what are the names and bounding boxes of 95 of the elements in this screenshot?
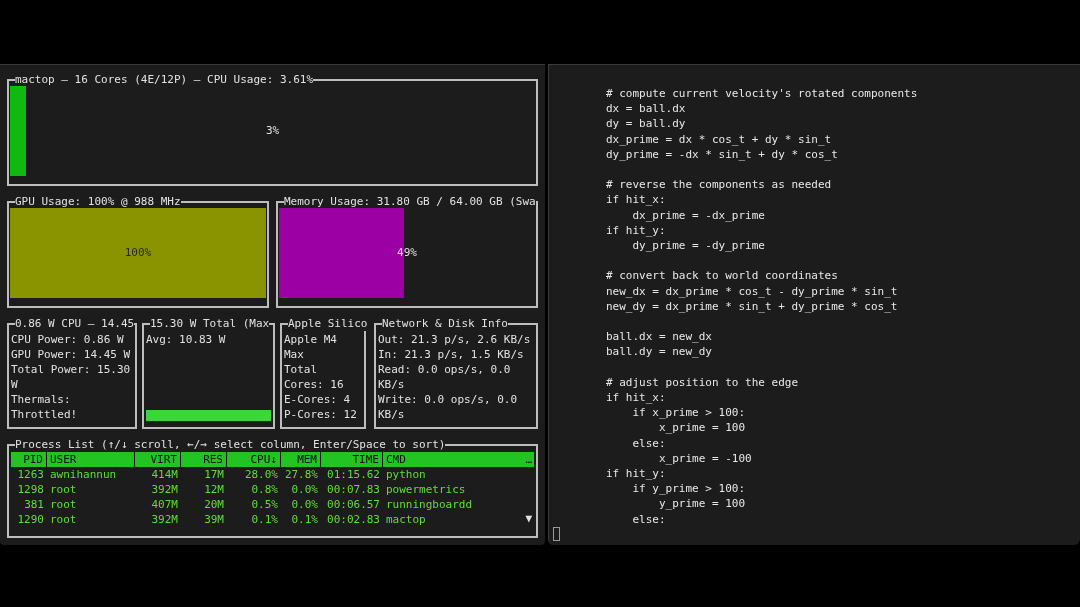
table-cell-text: 28.0% [243,467,279,482]
table-cell-text: 0.0% [290,482,319,497]
scroll-down-indicator: ▼ [525,512,532,526]
info-text: Throttled! [11,407,79,422]
table-cell-text: 392M [150,512,179,527]
info-text: Total [284,362,319,377]
gauge-reading: 3% [265,124,280,138]
code-line: dy = ball.dy [606,116,687,132]
info-text: Max [284,347,305,362]
info-text: Write: 0.0 ops/s, 0.0 [378,392,519,407]
code-line: if hit_y: [606,466,667,482]
table-cell-text: 1290 [16,512,45,527]
table-cell-text: powermetrics [385,482,467,497]
column-header[interactable]: RES [181,452,227,467]
panel-title: Apple Silico [288,317,368,331]
gauge-reading: 100% [124,246,152,260]
code-line: else: [631,511,667,527]
column-header[interactable]: VIRT [135,452,181,467]
info-text: KB/s [378,377,406,392]
info-text: KB/s [378,407,406,422]
info-text: Read: 0.0 ops/s, 0.0 [378,362,512,377]
table-cell-text: 27.8% [283,467,319,482]
table-cell-text: 1298 [16,482,45,497]
code-line: new_dy = dx_prime * sin_t + dy_prime * cos_t [606,298,899,314]
table-cell-text: 01:15.62 [326,467,381,482]
column-header[interactable]: TIME [321,452,383,467]
code-line: # adjust position to the edge [606,374,800,390]
info-text: CPU Power: 0.86 W [11,332,125,347]
code-line: ball.dx = new_dx [606,329,713,345]
code-line: if x_prime > 100: [631,405,747,421]
table-cell-text: 407M [150,497,179,512]
panel-title: 15.30 W Total (Max [150,317,270,331]
table-cell-text: 00:07.83 [326,482,381,497]
info-text: Thermals: [11,392,72,407]
code-line: dx_prime = -dx_prime [631,207,766,223]
info-text: Cores: 16 [284,377,345,392]
info-text: W [11,377,19,392]
info-text: Avg: 10.83 W [146,332,227,347]
code-line: x_prime = -100 [657,450,753,466]
info-text: Total Power: 15.30 [11,362,132,377]
code-line: dx = ball.dx [606,101,687,117]
info-text: Out: 21.3 p/s, 2.6 KB/s [378,332,532,347]
code-line: x_prime = 100 [657,420,747,436]
table-cell-text: 1263 [16,467,45,482]
column-header[interactable]: CPU↓ [227,452,281,467]
code-line: dy_prime = -dy_prime [631,238,766,254]
overflow-mark: … [525,452,532,467]
table-cell-text: 0.0% [290,497,319,512]
code-line: y_prime = 100 [657,496,747,512]
panel-title: mactop – 16 Cores (4E/12P) – CPU Usage: 3.61% [15,73,313,87]
code-line: # convert back to world coordinates [606,268,839,284]
column-header[interactable]: CMD [383,452,409,467]
info-text: P-Cores: 12 [284,407,358,422]
table-cell-text: awnihannun [49,467,118,482]
table-cell-text: python [385,467,427,482]
panel-title: GPU Usage: 100% @ 988 MHz [15,195,181,209]
column-header[interactable]: USER [47,452,135,467]
column-header[interactable]: PID [11,452,47,467]
code-line: if hit_x: [606,390,667,406]
code-line: new_dx = dx_prime * cos_t - dy_prime * sin_t [606,283,899,299]
info-text: GPU Power: 14.45 W [11,347,132,362]
table-cell-text: 00:02.83 [326,512,381,527]
table-cell-text: 39M [203,512,225,527]
code-line: if hit_y: [606,222,667,238]
info-text: E-Cores: 4 [284,392,352,407]
table-cell-text: 0.5% [250,497,279,512]
table-cell-text: root [49,482,78,497]
code-line: else: [631,435,667,451]
table-cell-text: 20M [203,497,225,512]
column-header[interactable]: MEM [281,452,321,467]
code-line: dx_prime = dx * cos_t + dy * sin_t [606,131,833,147]
panel-title: Process List (↑/↓ scroll, ←/→ select column, Enter/Space to sort) [15,438,446,452]
code-line: # reverse the components as needed [606,177,833,193]
table-cell-text: mactop [385,512,427,527]
code-line: if y_prime > 100: [631,481,747,497]
code-line: dy_prime = -dx * sin_t + dy * cos_t [606,146,839,162]
info-text: Apple M4 [284,332,338,347]
table-cell-text: 381 [23,497,45,512]
table-cell-text: root [49,497,78,512]
cursor-icon [553,527,560,541]
table-cell-text: 0.1% [250,512,279,527]
code-line: if hit_x: [606,192,667,208]
table-cell-text: runningboardd [385,497,474,512]
code-line: ball.dy = new_dy [606,344,713,360]
table-cell-text: 414M [150,467,179,482]
table-cell-text: 00:06.57 [326,497,381,512]
table-cell-text: 17M [203,467,225,482]
panel-title: Memory Usage: 31.80 GB / 64.00 GB (Swa [284,195,536,209]
table-cell-text: 0.1% [290,512,319,527]
info-text: In: 21.3 p/s, 1.5 KB/s [378,347,525,362]
table-cell-text: root [49,512,78,527]
table-cell-text: 392M [150,482,179,497]
table-cell-text: 0.8% [250,482,279,497]
table-cell-text: 12M [203,482,225,497]
code-line: # compute current velocity's rotated components [606,86,919,102]
